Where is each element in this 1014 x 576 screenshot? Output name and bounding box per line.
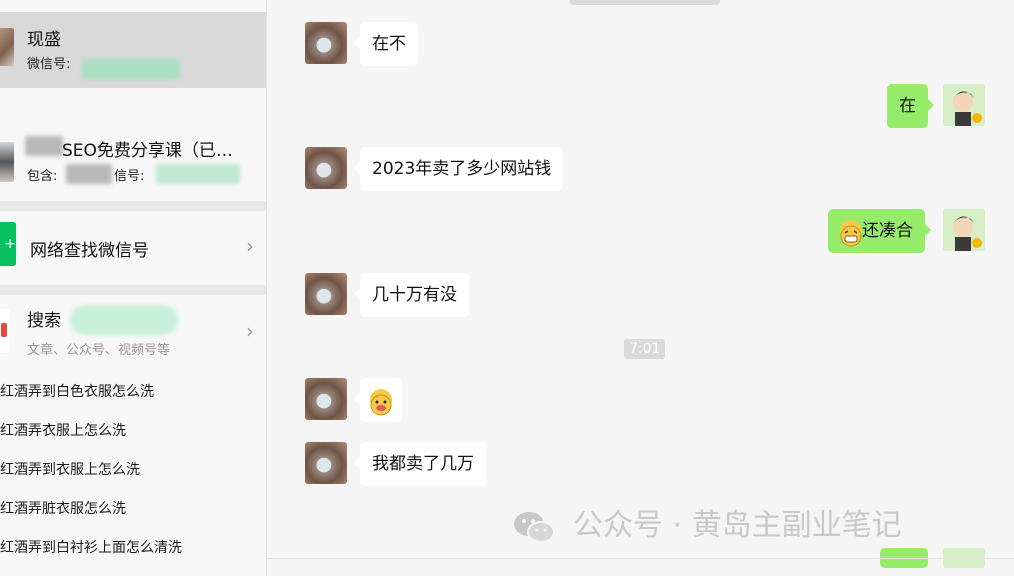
input-area-divider (267, 558, 1014, 559)
conversation-list-pane: 现盛 微信号: SEO免费分享课（已… 包含: 信号: + 网络查找微信号 › … (0, 0, 267, 576)
message-bubble-outgoing[interactable]: 在 (887, 84, 934, 128)
contact-wechat-id: 微信号: (27, 53, 70, 72)
message-text: 还凑合 (862, 221, 913, 241)
contact-name: 现盛 (27, 30, 61, 50)
chevron-right-icon: › (246, 319, 254, 343)
my-avatar[interactable] (943, 209, 985, 251)
group-avatar (0, 142, 14, 182)
message-bubble-incoming[interactable]: 我都卖了几万 (354, 442, 486, 486)
network-search-item[interactable]: + 网络查找微信号 › (0, 222, 266, 274)
section-divider-2 (0, 285, 266, 295)
group-name: SEO免费分享课（已… (62, 141, 233, 161)
network-search-label: 网络查找微信号 (30, 241, 149, 261)
contact-avatar[interactable] (305, 273, 347, 315)
drooling-face-emoji-icon (370, 389, 392, 416)
suggestion-item[interactable]: 红酒弄到衣服上怎么洗 (0, 459, 140, 479)
suggestion-item[interactable]: 红酒弄到白衬衫上面怎么清洗 (0, 537, 182, 557)
search-icon (0, 309, 10, 353)
message-bubble-incoming[interactable]: 在不 (354, 22, 418, 66)
suggestion-item[interactable]: 红酒弄衣服上怎么洗 (0, 420, 126, 440)
contact-avatar[interactable] (305, 147, 347, 189)
suggestion-item[interactable]: 红酒弄脏衣服怎么洗 (0, 498, 126, 518)
message-bubble-incoming[interactable]: 2023年卖了多少网站钱 (353, 147, 564, 191)
time-divider: 7:01 (624, 339, 666, 359)
cartoon-avatar-icon (943, 84, 985, 126)
search-label: 搜索 (27, 311, 61, 331)
wechat-id-label: 微信号: (27, 57, 71, 72)
my-avatar[interactable] (943, 84, 985, 126)
search-hint: 文章、公众号、视频号等 (27, 343, 171, 358)
chat-pane: 在不 在 2023年卖了多少网站钱 还凑合 几十万有没 7:01 我都卖了几万 … (267, 0, 1014, 576)
group-sub-prefix: 包含: (27, 169, 58, 184)
message-bubble-incoming[interactable]: 几十万有没 (354, 273, 469, 317)
section-divider (0, 201, 266, 211)
contact-item-selected[interactable]: 现盛 微信号: (0, 12, 266, 88)
redacted-sub-2 (156, 164, 240, 184)
contact-item-group[interactable]: SEO免费分享课（已… 包含: 信号: (0, 128, 266, 198)
redacted-id (82, 59, 180, 79)
contact-avatar[interactable] (305, 378, 347, 420)
contact-avatar (0, 28, 14, 66)
contact-avatar[interactable] (305, 22, 347, 64)
redacted-sub (66, 164, 112, 184)
grin-emoji-icon (840, 220, 862, 247)
wechat-logo-icon (513, 510, 555, 544)
time-divider-top (570, 0, 720, 5)
suggestion-item[interactable]: 红酒弄到白色衣服怎么洗 (0, 381, 154, 401)
wechat-search-icon: + (0, 222, 16, 266)
cartoon-avatar-icon (943, 209, 985, 251)
watermark-text: 公众号 · 黄岛主副业笔记 (573, 508, 902, 543)
contact-avatar[interactable] (305, 442, 347, 484)
watermark: 公众号 · 黄岛主副业笔记 (513, 500, 902, 544)
group-sub-mid: 信号: (114, 169, 145, 184)
message-bubble-incoming[interactable] (354, 378, 402, 422)
search-section-item[interactable]: 搜索 文章、公众号、视频号等 › (0, 303, 266, 363)
message-bubble-outgoing[interactable]: 还凑合 (828, 209, 931, 253)
group-sub: 包含: (27, 165, 57, 184)
redacted-name (25, 136, 63, 156)
chevron-right-icon: › (246, 234, 254, 258)
redacted-keyword (70, 305, 178, 335)
